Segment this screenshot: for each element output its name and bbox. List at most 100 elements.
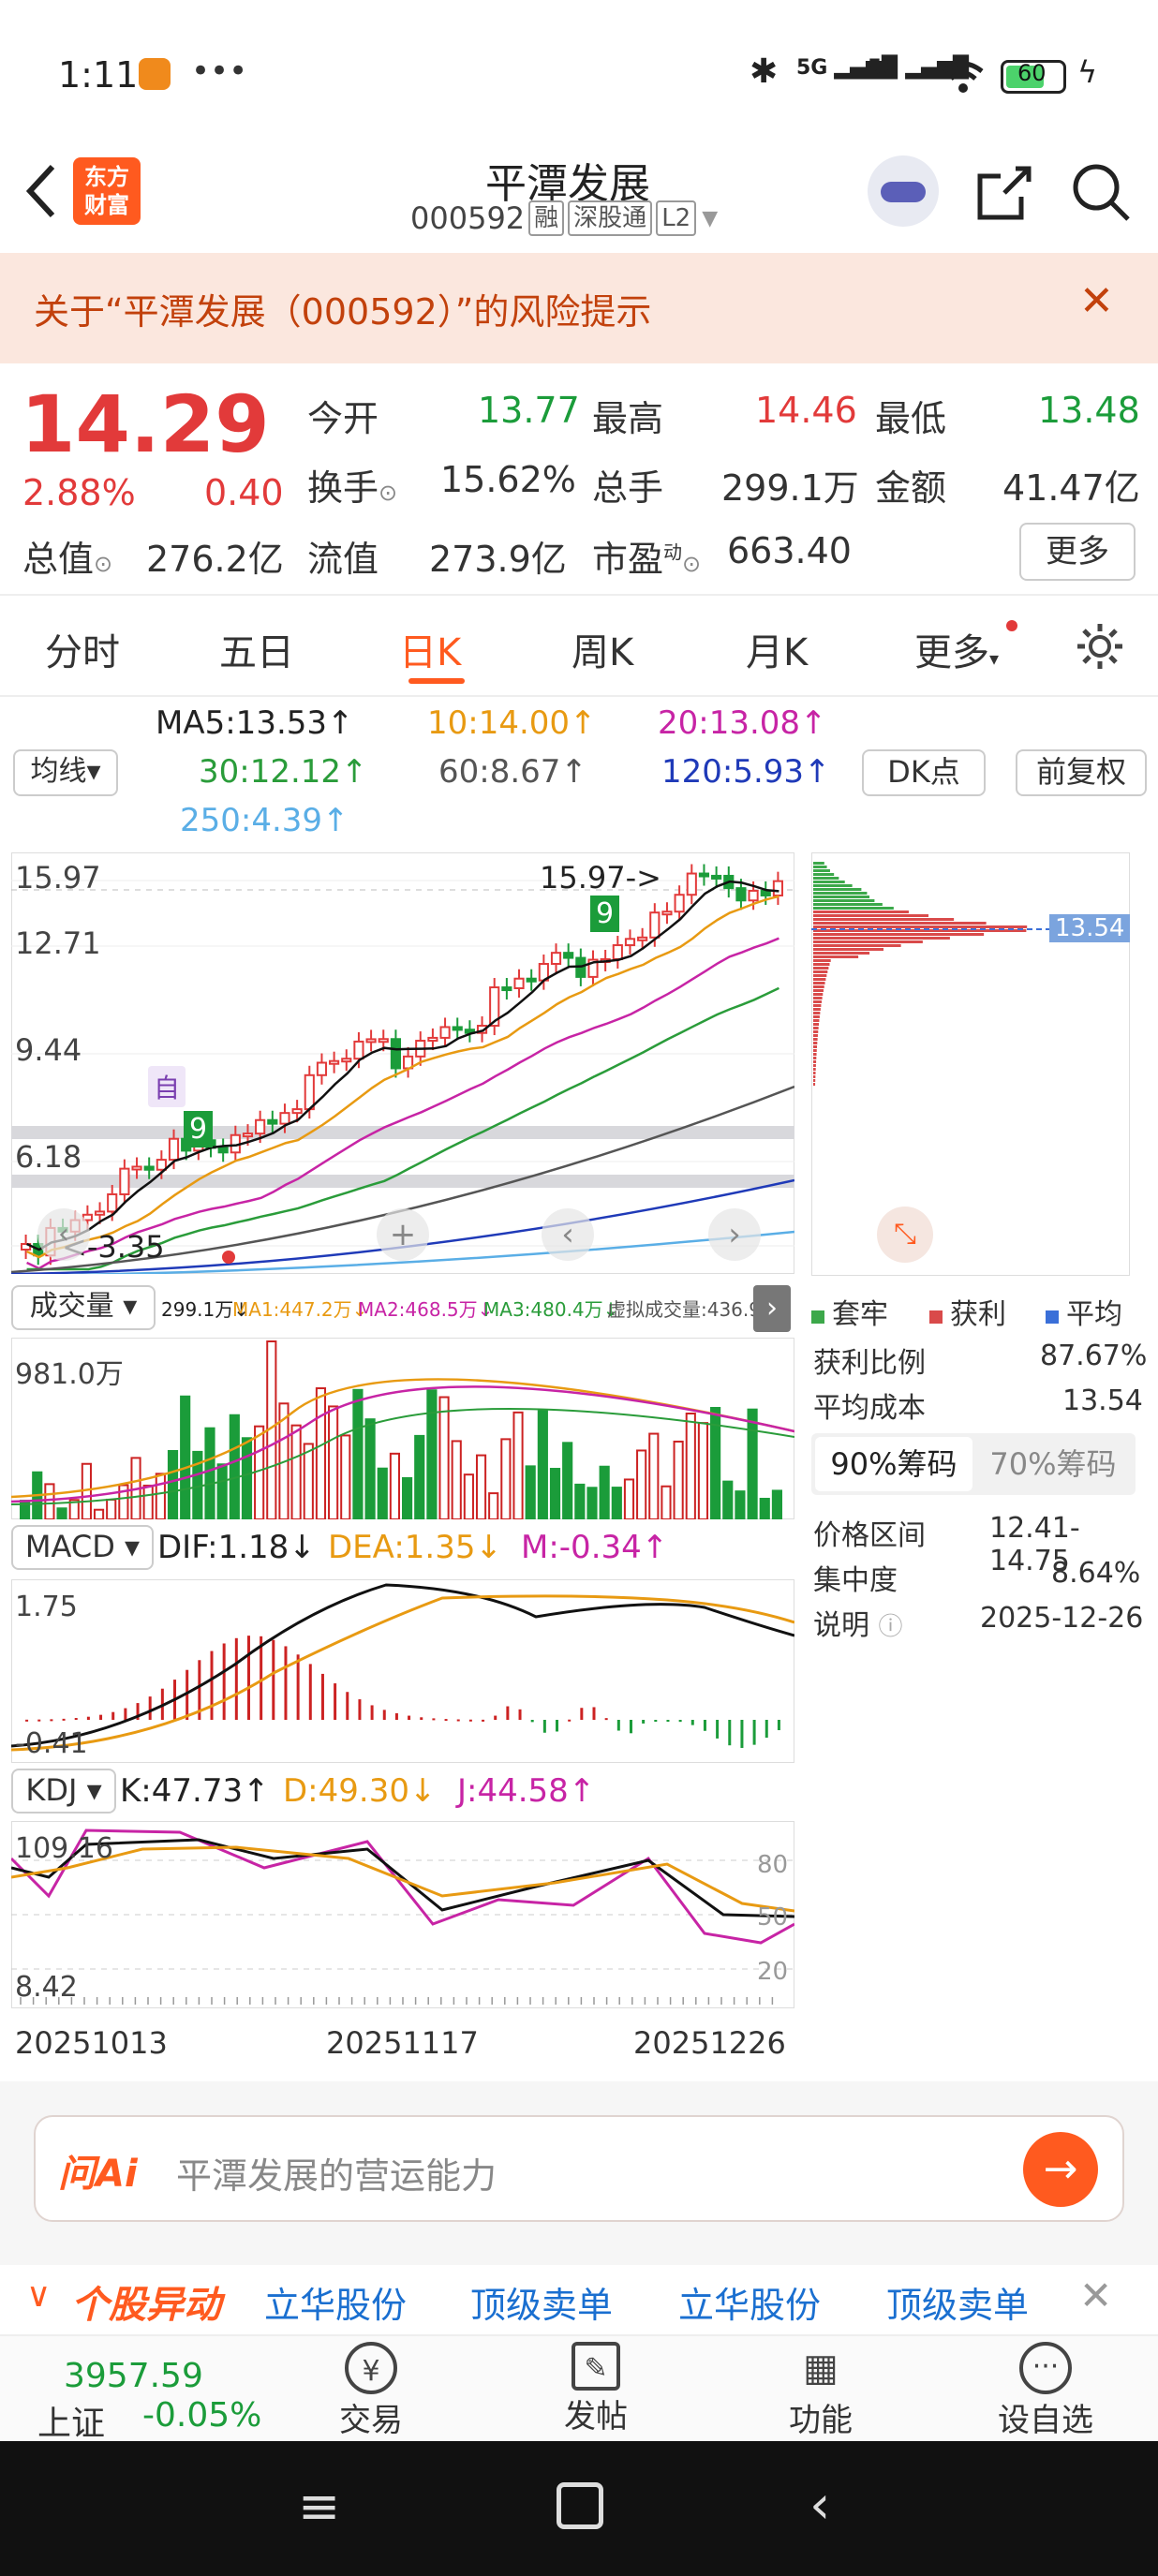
macd-histogram-bar (99, 1714, 103, 1720)
volume-chart[interactable] (11, 1338, 794, 1519)
kdj-selector[interactable]: KDJ ▾ (11, 1769, 116, 1814)
kline-candle (674, 894, 685, 913)
amount-label: 金额 (875, 467, 947, 509)
chip-bar (813, 1042, 818, 1044)
kline-candle (735, 887, 747, 902)
scroll-right-button[interactable]: › (708, 1208, 761, 1261)
zoom-in-button[interactable]: + (377, 1208, 429, 1261)
kline-y-label-2: 12.71 (15, 925, 101, 961)
volume-selector[interactable]: 成交量 ▾ (11, 1285, 156, 1330)
amount-value: 41.47亿 (1002, 467, 1140, 509)
back-icon[interactable] (21, 161, 62, 221)
chip-bar (813, 1053, 817, 1056)
divider (0, 695, 1158, 697)
more-button[interactable]: 更多 (1019, 523, 1136, 581)
scroll-back-button[interactable]: ‹ (542, 1208, 594, 1261)
index-widget[interactable]: 3957.59 上证 -0.05% (28, 2342, 272, 2443)
ai-search-box[interactable]: 问Ai 平潭发展的营运能力 → (34, 2115, 1124, 2222)
expand-icon[interactable]: ⤡ (877, 1207, 933, 1263)
ticker-item[interactable]: 顶级卖单 (470, 2276, 613, 2328)
volume-bar (697, 1422, 709, 1519)
volume-bar (352, 1388, 364, 1519)
chip-bar (813, 877, 839, 880)
nav-post[interactable]: ✎ 发帖 (540, 2342, 652, 2435)
note-label[interactable]: 说明 ⓘ (813, 1602, 903, 1643)
chip-bar (813, 866, 827, 868)
kdj-level-50: 50 (757, 1903, 789, 1932)
macd-histogram-bar (284, 1646, 288, 1720)
nav-functions[interactable]: ▦ 功能 (765, 2342, 877, 2439)
tab-daily-k[interactable]: 日K (399, 622, 461, 676)
tab-five-day[interactable]: 五日 (219, 622, 294, 676)
nav-add-watchlist-label: 设自选 (998, 2402, 1093, 2439)
macd-histogram-bar (740, 1720, 744, 1748)
tab-more[interactable]: 更多▾ (914, 622, 999, 676)
menu-icon[interactable]: ≡ (298, 2477, 340, 2536)
bluetooth-icon: ✱ (750, 52, 779, 91)
close-icon[interactable]: ✕ (1079, 277, 1114, 325)
settings-gear-icon[interactable] (1074, 620, 1126, 673)
macd-histogram-bar (580, 1708, 584, 1720)
date-label-mid: 20251117 (326, 2025, 479, 2061)
macd-histogram-bar (616, 1720, 620, 1731)
volume-bar (451, 1440, 462, 1519)
ma-selector[interactable]: 均线▾ (13, 749, 118, 796)
nav-add-watchlist[interactable]: ··· 设自选 (989, 2342, 1102, 2439)
kdj-chart[interactable] (11, 1821, 794, 2008)
volume-bar (303, 1443, 314, 1519)
chip-bar (813, 884, 853, 887)
ticker-item[interactable]: 顶级卖单 (886, 2276, 1029, 2328)
macd-histogram-bar (346, 1692, 349, 1720)
dk-point-button[interactable]: DK点 (862, 749, 986, 796)
active-tab-indicator (408, 678, 465, 684)
info-icon: ⓘ (878, 1613, 903, 1641)
chip-bar (813, 967, 829, 970)
chip-bar (813, 1060, 817, 1063)
macd-histogram-bar (246, 1636, 250, 1720)
tab-intraday[interactable]: 分时 (45, 622, 120, 676)
macd-histogram-bar (334, 1683, 337, 1720)
volume-bar (685, 1412, 696, 1519)
tab-monthly-k[interactable]: 月K (746, 622, 808, 676)
back-nav-icon[interactable]: ‹ (809, 2475, 830, 2536)
chip-bar (813, 1068, 816, 1071)
ticker-item[interactable]: 立华股份 (678, 2276, 821, 2328)
macd-histogram-bar (234, 1637, 238, 1720)
ticker-collapse-icon[interactable]: ∨ (26, 2276, 51, 2315)
volume-expand-button[interactable]: › (753, 1285, 791, 1332)
macd-chart[interactable] (11, 1579, 794, 1763)
adjust-button[interactable]: 前复权 (1016, 749, 1147, 796)
ai-submit-arrow-icon[interactable]: → (1023, 2132, 1098, 2207)
app-logo[interactable]: 东方 财富 (73, 157, 141, 225)
assistant-avatar[interactable] (868, 155, 939, 227)
risk-banner[interactable]: 关于“平潭发展（000592）”的风险提示 ✕ (0, 253, 1158, 363)
change-percent: 2.88% (22, 472, 136, 513)
share-icon[interactable] (974, 163, 1034, 223)
macd-y-bottom: -0.41 (15, 1727, 88, 1760)
ma10-value: 10:14.00↑ (427, 704, 597, 742)
volume-bar (735, 1490, 746, 1519)
tab-chip-70[interactable]: 70%筹码 (974, 1437, 1132, 1491)
chip-bar (813, 937, 950, 940)
ticker-item[interactable]: 立华股份 (264, 2276, 407, 2328)
volume-bar (562, 1442, 573, 1519)
kdj-y-top: 109.16 (15, 1832, 113, 1865)
home-icon[interactable] (557, 2482, 603, 2529)
chip-bar (813, 910, 909, 913)
stock-code-row[interactable]: 000592 融 深股通 L2 ▼ (410, 200, 718, 236)
tab-weekly-k[interactable]: 周K (572, 622, 633, 676)
nav-trade[interactable]: ¥ 交易 (315, 2342, 427, 2439)
chip-bar (813, 1049, 817, 1052)
macd-y-top: 1.75 (15, 1591, 78, 1623)
volume-bar (537, 1410, 548, 1519)
chip-bar (813, 1057, 817, 1059)
macd-selector[interactable]: MACD ▾ (11, 1525, 154, 1570)
ticker-close-icon[interactable]: ✕ (1079, 2273, 1112, 2318)
chip-bar (813, 873, 835, 876)
chip-bar (813, 1045, 818, 1048)
tab-chip-90[interactable]: 90%筹码 (815, 1437, 972, 1491)
change-amount: 0.40 (204, 472, 284, 513)
scroll-left-button[interactable]: ‹ (37, 1208, 90, 1261)
search-icon[interactable] (1070, 161, 1132, 223)
more-dots-icon: ••• (191, 52, 248, 90)
